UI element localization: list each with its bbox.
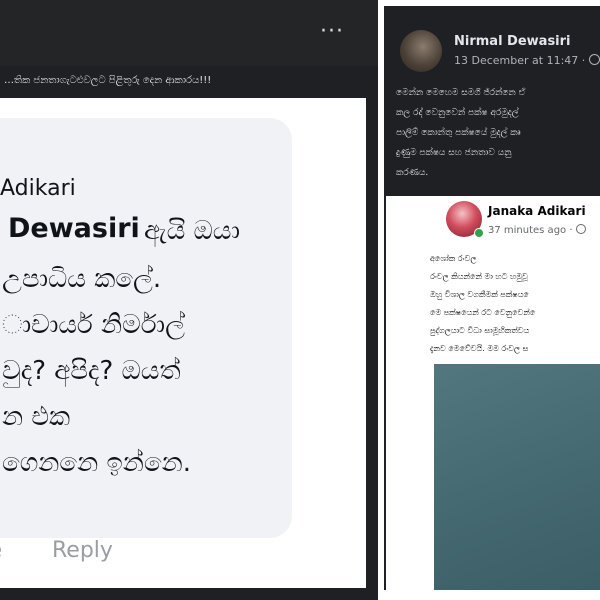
post-caption: …තික ජනතාගැටළුවලට පිළිතුරු දෙන ආකාරය!!! bbox=[0, 66, 378, 96]
post-text-line: කල රද් වෙනුවෙන් පක්ෂ අරමුදල් bbox=[396, 108, 519, 118]
comment-line: ඇයි ඔයා bbox=[144, 216, 241, 246]
author-avatar[interactable] bbox=[400, 30, 442, 72]
reply-link[interactable]: Reply bbox=[52, 538, 113, 563]
globe-icon bbox=[589, 54, 600, 65]
post-timestamp-text: 13 December at 11:47 · bbox=[454, 54, 586, 67]
comment-line: න එක bbox=[2, 402, 71, 432]
comment-line: ාචාර්ය නිර්මාල් bbox=[2, 310, 185, 340]
shared-post-text-line: පුද්ගලයාට විධා සාමූහිකත්වය bbox=[430, 326, 530, 335]
post-author-name[interactable]: Nirmal Dewasiri bbox=[454, 34, 571, 49]
globe-icon bbox=[575, 224, 586, 234]
like-link[interactable]: te bbox=[0, 538, 2, 563]
shared-post-text-line: අශෝක රංවල bbox=[430, 254, 477, 263]
tagged-user-name[interactable]: Dewasiri bbox=[8, 213, 140, 244]
shared-post-text-line: රංවල කියන්නේ මා හට හමුවූ bbox=[430, 272, 528, 281]
shared-post-text-line: දැනව මෙවේවයි. මම රංවල ස bbox=[430, 344, 529, 353]
commenter-name[interactable]: Adikari bbox=[0, 176, 76, 201]
shared-post-image[interactable] bbox=[434, 364, 600, 590]
online-status-dot bbox=[474, 228, 484, 238]
post-timestamp[interactable]: 13 December at 11:47 · bbox=[454, 54, 600, 67]
comment-line: වුද? අපිද? ඔයත් bbox=[2, 356, 181, 386]
right-screenshot-panel: Nirmal Dewasiri 13 December at 11:47 · ම… bbox=[384, 6, 600, 590]
shared-post-text-line: ඔහු විශාල වගකීමක් පක්ෂය ෙ bbox=[430, 290, 533, 299]
shared-post-text-line: මෙ පක්ෂයෙන් රට වෙනුවෙන් ෙ bbox=[430, 308, 540, 317]
comment-line: උපාධිය කලේ. bbox=[2, 264, 162, 294]
shared-post-author-name[interactable]: Janaka Adikari bbox=[488, 204, 586, 218]
panel-bottom-edge bbox=[0, 588, 378, 600]
shared-post-card[interactable]: Janaka Adikari 37 minutes ago · අශෝක රංව… bbox=[386, 196, 600, 590]
post-text-line: කරණය. bbox=[396, 168, 429, 178]
more-options-icon[interactable]: ··· bbox=[320, 21, 344, 43]
post-text-line: මෙන්න මෙහෙම සමගි ජ්රන්නෙ ඒ bbox=[396, 88, 526, 98]
post-text-line: පාලිම් කොන්තු පක්ෂයේ මුදල් කෘ bbox=[396, 128, 521, 138]
comment-line: ගෙනනෙ ඉන්නෙ. bbox=[2, 448, 191, 478]
left-screenshot-panel: ··· …තික ජනතාගැටළුවලට පිළිතුරු දෙන ආකාරය… bbox=[0, 0, 378, 600]
post-header-bar: ··· bbox=[0, 0, 378, 66]
shared-post-time-text: 37 minutes ago · bbox=[488, 225, 573, 236]
post-text-line: දුණුම පක්ෂය සහ ජනතාව යනු bbox=[396, 148, 512, 158]
shared-post-time[interactable]: 37 minutes ago · bbox=[488, 224, 586, 236]
